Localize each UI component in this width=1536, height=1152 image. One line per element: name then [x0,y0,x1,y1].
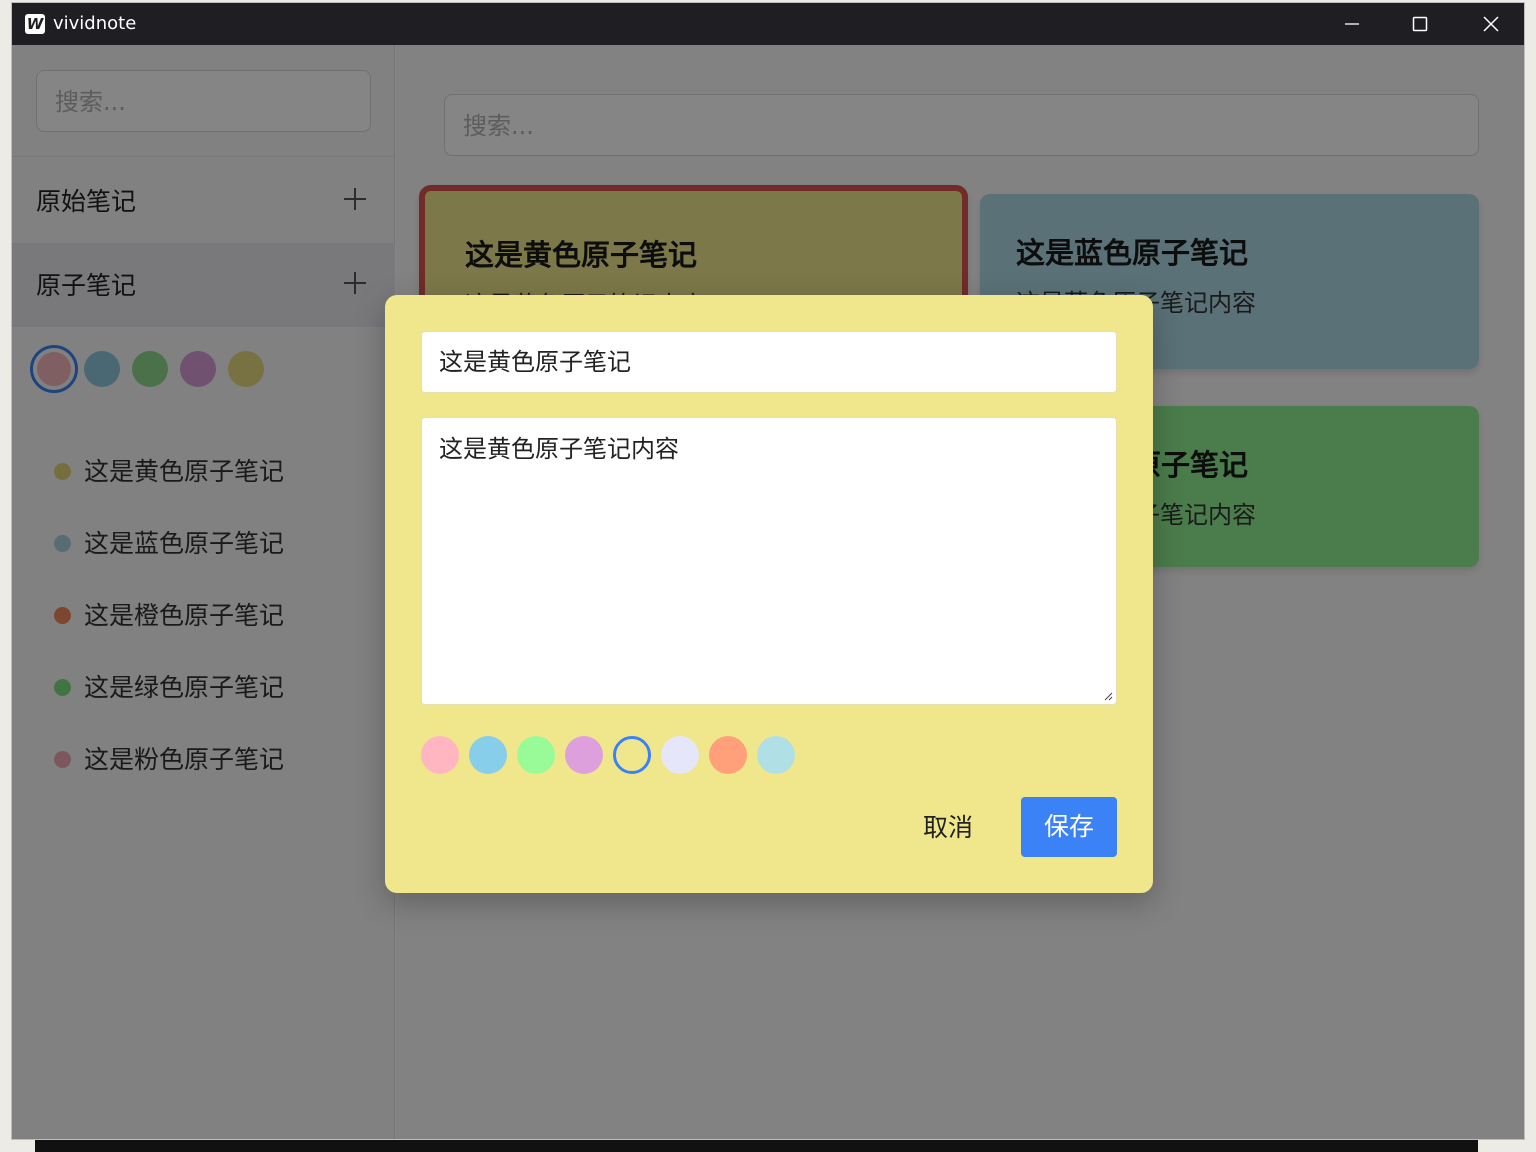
app-logo-icon: W [25,14,45,34]
color-option-lavender[interactable] [661,736,699,774]
color-picker [421,736,821,774]
color-option-khaki[interactable] [613,736,651,774]
note-title-input[interactable]: 这是黄色原子笔记 [421,331,1117,393]
color-option-plum[interactable] [565,736,603,774]
color-option-pink[interactable] [421,736,459,774]
maximize-button[interactable] [1385,3,1455,45]
save-button[interactable]: 保存 [1021,797,1117,857]
minimize-button[interactable] [1317,3,1387,45]
window-title: vividnote [53,13,137,34]
cancel-button[interactable]: 取消 [905,798,991,858]
maximize-icon [1412,16,1428,32]
resize-grip-icon[interactable] [1103,691,1113,701]
minimize-icon [1345,23,1359,25]
color-option-lightsalmon[interactable] [709,736,747,774]
title-bar: W vividnote [12,3,1524,45]
color-option-skyblue[interactable] [469,736,507,774]
note-content-textarea[interactable]: 这是黄色原子笔记内容 [421,417,1117,705]
color-option-palegreen[interactable] [517,736,555,774]
close-icon [1483,16,1499,32]
note-content-text: 这是黄色原子笔记内容 [439,435,679,463]
edit-note-dialog: 这是黄色原子笔记 这是黄色原子笔记内容 取消 保存 [385,295,1153,893]
close-button[interactable] [1456,3,1524,45]
taskbar-edge [35,1140,1478,1152]
color-option-powderblue[interactable] [757,736,795,774]
